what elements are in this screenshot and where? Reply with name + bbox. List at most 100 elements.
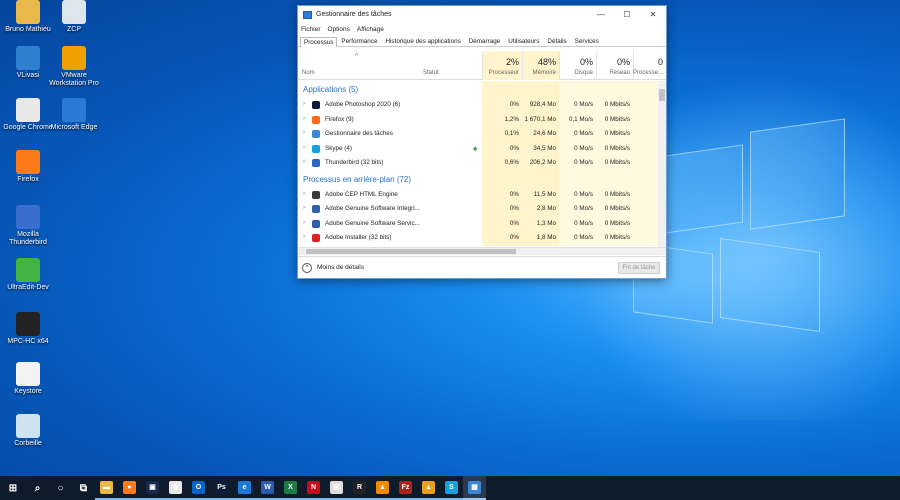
process-row[interactable]: 0% 34,5 Mo 0 Mo/s 0 Mbits/s › Skype (4) ♠	[298, 141, 658, 156]
process-row[interactable]: 0% 1,8 Mo 0 Mo/s 0 Mbits/s › Adobe Installer …	[298, 231, 658, 246]
taskbar-triangle-app-button[interactable]: ▲	[417, 476, 440, 500]
maximize-button[interactable]: ☐	[614, 6, 640, 23]
excel-icon: X	[284, 480, 297, 494]
desktop-icon[interactable]: MPC-HC x64	[2, 312, 54, 346]
desktop-icon[interactable]: Keystore	[2, 362, 54, 396]
taskbar-start-windows-button[interactable]: ⊞	[0, 476, 26, 500]
cell-gpu	[633, 141, 658, 156]
mpc-icon	[16, 312, 40, 336]
desktop-icon[interactable]: Google Chrome	[2, 98, 54, 132]
tab-historique[interactable]: Historique des applications	[381, 36, 464, 46]
hscroll-thumb[interactable]	[306, 249, 516, 254]
netflix-icon: N	[307, 480, 320, 494]
adobe-cep-icon	[312, 190, 320, 199]
desktop-icon-label: UltraEdit-Dev	[7, 284, 49, 291]
taskbar-excel-button[interactable]: X	[279, 476, 302, 500]
desktop-icon[interactable]: Firefox	[2, 150, 54, 184]
taskbar-task-view-button[interactable]: ⧉	[72, 476, 95, 500]
search-icon: ⌕	[34, 482, 41, 494]
ps-icon: ▣	[146, 480, 159, 494]
cell-gpu	[633, 112, 658, 127]
taskbar-photoshop-button[interactable]: Ps	[210, 476, 233, 500]
tab-processus[interactable]: Processus	[300, 37, 338, 47]
taskbar-chart-app-button[interactable]: ▤	[325, 476, 348, 500]
minimize-button[interactable]: —	[588, 6, 614, 23]
process-row[interactable]: 0% 1,3 Mo 0 Mo/s 0 Mbits/s › Adobe Genuine So…	[298, 216, 658, 231]
column-memoire[interactable]: 48% Mémoire	[522, 51, 559, 80]
column-disque[interactable]: 0% Disque	[559, 51, 596, 80]
expand-chevron-icon[interactable]: ›	[303, 159, 305, 165]
taskbar-word-button[interactable]: W	[256, 476, 279, 500]
expand-chevron-icon[interactable]: ›	[303, 116, 305, 122]
column-processeur[interactable]: 2% Processeur	[482, 51, 522, 80]
taskbar-outlook-button[interactable]: O	[187, 476, 210, 500]
taskbar-cortana-button[interactable]: ○	[49, 476, 72, 500]
expand-chevron-icon[interactable]: ›	[303, 101, 305, 107]
process-row[interactable]: 0% 928,4 Mo 0 Mo/s 0 Mbits/s › Adobe Photosho…	[298, 98, 658, 113]
tab-demarrage[interactable]: Démarrage	[465, 36, 505, 46]
vertical-scrollbar[interactable]	[658, 81, 666, 247]
taskbar-rom-app-button[interactable]: R	[348, 476, 371, 500]
cell-mem: 206,2 Mo	[522, 156, 559, 171]
taskbar-edge-button[interactable]: e	[233, 476, 256, 500]
title-bar[interactable]: Gestionnaire des tâches — ☐ ✕	[298, 6, 666, 23]
expand-chevron-icon[interactable]: ›	[303, 145, 305, 151]
column-nom[interactable]: Nom	[302, 70, 315, 76]
cell-bg	[482, 81, 522, 98]
taskbar-chrome-button[interactable]: ◉	[164, 476, 187, 500]
cell-disk: 0 Mo/s	[559, 231, 596, 246]
menu-options[interactable]: Options	[328, 26, 350, 33]
cell-mem: 34,5 Mo	[522, 141, 559, 156]
process-row[interactable]: 1,2% 1 670,1 Mo 0,1 Mo/s 0 Mbits/s › Firefox …	[298, 112, 658, 127]
taskbar-firefox-button[interactable]: ●	[118, 476, 141, 500]
expand-chevron-icon[interactable]: ›	[303, 191, 305, 197]
end-task-button[interactable]: Fin de tâche	[618, 262, 660, 274]
vlc-like-icon: ▲	[376, 480, 389, 494]
tab-services[interactable]: Services	[571, 36, 603, 46]
taskbar-search-button[interactable]: ⌕	[26, 476, 49, 500]
process-row[interactable]: 0,1% 24,6 Mo 0 Mo/s 0 Mbits/s › Gestionnaire …	[298, 127, 658, 142]
expand-chevron-icon[interactable]: ›	[303, 130, 305, 136]
expand-chevron-icon[interactable]: ›	[303, 234, 305, 240]
tab-utilisateurs[interactable]: Utilisateurs	[504, 36, 543, 46]
desktop-icon[interactable]: VLivasi	[2, 46, 54, 80]
expand-chevron-icon[interactable]: ›	[303, 205, 305, 211]
desktop-icon[interactable]: Corbeille	[2, 414, 54, 448]
less-details-button[interactable]: ^ Moins de détails	[302, 262, 364, 273]
taskbar-vlc-like-button[interactable]: ▲	[371, 476, 394, 500]
column-gpu[interactable]: 0 Processe...	[633, 51, 666, 80]
column-statut[interactable]: Statut	[423, 70, 439, 76]
cell-net: 0 Mbits/s	[596, 112, 633, 127]
taskbar-skype-button[interactable]: S	[440, 476, 463, 500]
desktop-icon[interactable]: Mozilla Thunderbird	[2, 205, 54, 247]
process-row[interactable]: 0% 2,8 Mo 0 Mo/s 0 Mbits/s › Adobe Genuine So…	[298, 202, 658, 217]
taskbar-filezilla-button[interactable]: Fz	[394, 476, 417, 500]
desktop-icon[interactable]: Microsoft Edge	[48, 98, 100, 132]
scroll-thumb[interactable]	[659, 89, 665, 101]
desktop-icon[interactable]: ZCP	[48, 0, 100, 34]
cell-gpu	[633, 187, 658, 202]
tab-performance[interactable]: Performance	[337, 36, 381, 46]
menu-affichage[interactable]: Affichage	[357, 26, 384, 33]
process-row[interactable]: 0,6% 206,2 Mo 0 Mo/s 0 Mbits/s › Thunderbird …	[298, 156, 658, 171]
task-manager-icon: ▦	[468, 480, 481, 494]
horizontal-scrollbar[interactable]	[298, 247, 666, 255]
desktop-icon[interactable]: Bruno Mathieu	[2, 0, 54, 34]
cell-gpu	[633, 216, 658, 231]
taskbar-task-manager-button[interactable]: ▦	[463, 476, 486, 500]
taskbar-netflix-button[interactable]: N	[302, 476, 325, 500]
tab-details[interactable]: Détails	[543, 36, 570, 46]
desktop-icon[interactable]: VMware Workstation Pro	[48, 46, 100, 88]
process-row[interactable]: 0% 11,5 Mo 0 Mo/s 0 Mbits/s › Adobe CEP HTML …	[298, 187, 658, 202]
cell-cpu: 0%	[482, 187, 522, 202]
column-reseau[interactable]: 0% Réseau	[596, 51, 633, 80]
expand-chevron-icon[interactable]: ›	[303, 220, 305, 226]
recycle-bin-icon	[16, 414, 40, 438]
cell-cpu: 0%	[482, 216, 522, 231]
desktop-icon[interactable]: UltraEdit-Dev	[2, 258, 54, 292]
close-button[interactable]: ✕	[640, 6, 666, 23]
menu-fichier[interactable]: Fichier	[301, 26, 321, 33]
taskbar-file-explorer-button[interactable]: ▬	[95, 476, 118, 500]
taskbar-ps-button[interactable]: ▣	[141, 476, 164, 500]
skype-icon	[312, 144, 320, 153]
